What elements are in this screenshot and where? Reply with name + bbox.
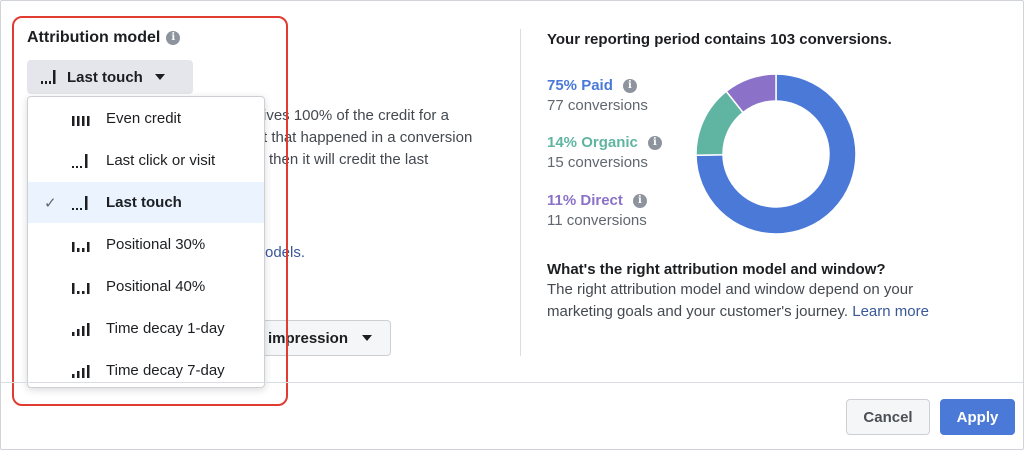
description-line-3: then it will credit the last	[269, 151, 429, 168]
menu-item-label: Last touch	[106, 194, 182, 211]
info-icon[interactable]: i	[647, 135, 662, 150]
last-touch-bars-icon	[41, 70, 56, 84]
menu-item-label: Time decay 7-day	[106, 362, 225, 379]
footer-divider	[1, 382, 1023, 383]
learn-more-link[interactable]: Learn more	[852, 303, 929, 320]
menu-item-label: Last click or visit	[106, 152, 216, 169]
attribution-model-title: Attribution model	[27, 29, 161, 46]
legend-paid-count: 77 conversions	[547, 97, 648, 114]
legend-direct-label: 11% Direct	[547, 192, 623, 209]
menu-item-last-click[interactable]: Last click or visit	[28, 140, 264, 181]
time-decay-1-bars-icon	[72, 322, 90, 336]
info-icon[interactable]: i	[622, 78, 637, 93]
description-line-2: t that happened in a conversion	[263, 129, 473, 146]
legend-direct-count: 11 conversions	[547, 212, 647, 229]
description-line-1: ives 100% of the credit for a	[263, 107, 449, 124]
chevron-down-icon	[362, 335, 372, 341]
legend-direct: 11% Direct i 11 conversions	[547, 192, 647, 229]
menu-item-time-decay-1[interactable]: Time decay 1-day	[28, 308, 264, 349]
menu-item-positional-30[interactable]: Positional 30%	[28, 224, 264, 265]
attribution-window-select[interactable]: impression	[251, 320, 391, 356]
last-click-bars-icon	[72, 153, 88, 168]
conversions-summary: Your reporting period contains 103 conve…	[547, 31, 892, 48]
menu-item-label: Positional 40%	[106, 278, 206, 295]
legend-paid-label: 75% Paid	[547, 77, 613, 94]
attribution-model-select[interactable]: Last touch	[27, 60, 193, 94]
attribution-model-heading: Attribution model i	[27, 29, 181, 47]
attribution-model-menu: Even credit Last click or visit ✓ Last t…	[27, 96, 265, 388]
legend-organic-label: 14% Organic	[547, 134, 638, 151]
legend-organic-count: 15 conversions	[547, 154, 648, 171]
info-icon[interactable]: i	[632, 193, 647, 208]
time-decay-7-bars-icon	[72, 364, 90, 378]
menu-item-label: Even credit	[106, 110, 182, 127]
menu-item-label: Time decay 1-day	[106, 320, 225, 337]
menu-item-positional-40[interactable]: Positional 40%	[28, 266, 264, 307]
help-body: The right attribution model and window d…	[547, 279, 977, 323]
help-title: What's the right attribution model and w…	[547, 261, 886, 278]
conversions-donut-chart	[695, 73, 857, 235]
cancel-button[interactable]: Cancel	[846, 399, 930, 435]
window-select-label: impression	[267, 329, 348, 347]
last-touch-bars-icon	[72, 195, 88, 210]
positional-40-bars-icon	[72, 282, 90, 294]
checkmark-icon: ✓	[44, 194, 57, 212]
legend-paid: 75% Paid i 77 conversions	[547, 77, 648, 114]
selected-model-label: Last touch	[67, 68, 143, 86]
even-credit-bars-icon	[72, 115, 90, 126]
menu-item-even-credit[interactable]: Even credit	[28, 98, 264, 139]
menu-item-last-touch[interactable]: ✓ Last touch	[28, 182, 264, 223]
positional-30-bars-icon	[72, 241, 90, 252]
legend-organic: 14% Organic i 15 conversions	[547, 134, 662, 171]
chevron-down-icon	[154, 74, 165, 80]
vertical-divider	[520, 29, 521, 356]
apply-button[interactable]: Apply	[940, 399, 1015, 435]
learn-models-link[interactable]: odels.	[265, 242, 305, 264]
attribution-dialog: Attribution model i Last touch ives 100%…	[0, 0, 1024, 450]
menu-item-label: Positional 30%	[106, 236, 206, 253]
info-icon[interactable]: i	[166, 31, 181, 45]
